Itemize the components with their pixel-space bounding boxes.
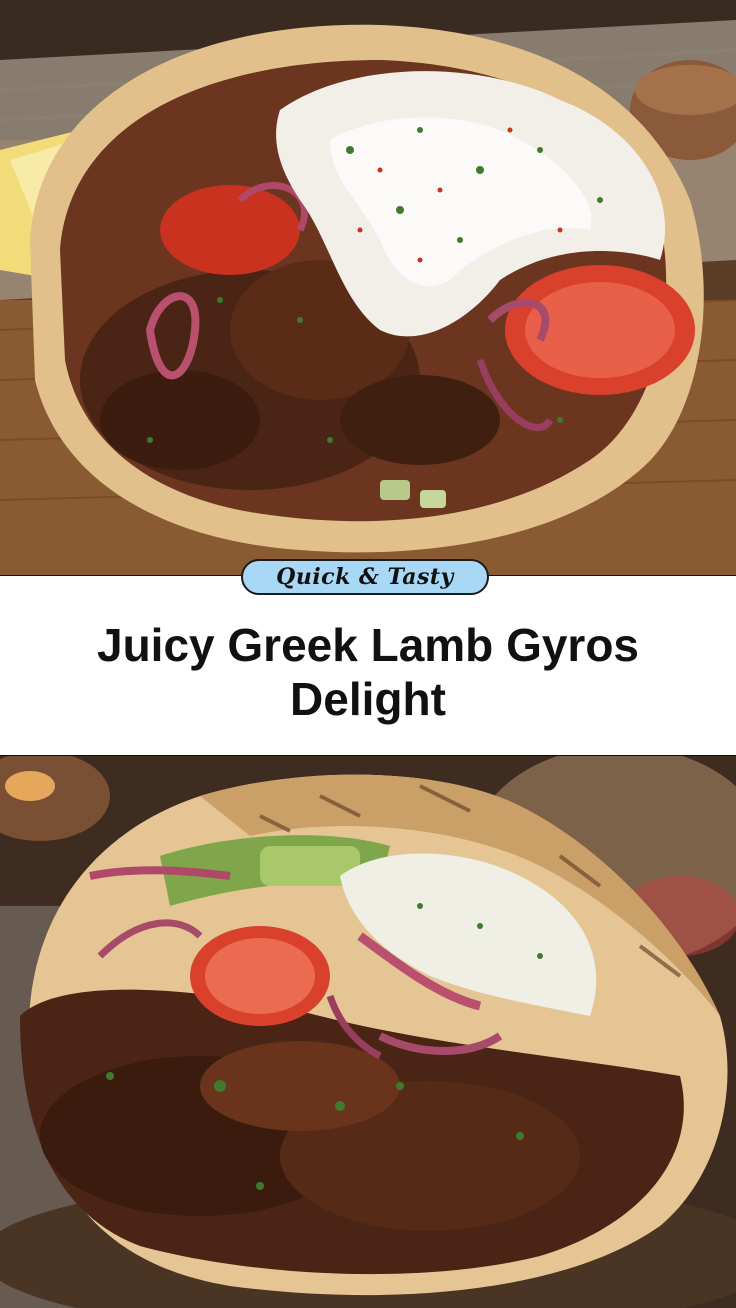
- recipe-title-line-1: Juicy Greek Lamb Gyros: [96, 619, 640, 671]
- title-band: Quick & Tasty Juicy Greek Lamb Gyros Del…: [0, 559, 736, 756]
- top-gyro-illustration: [0, 0, 736, 575]
- recipe-title-line-2: Delight: [290, 673, 446, 725]
- bottom-food-photo: [0, 756, 736, 1308]
- bottom-gyro-illustration: [0, 756, 736, 1308]
- pin-graphic: Quick & Tasty Juicy Greek Lamb Gyros Del…: [0, 0, 736, 1308]
- top-food-photo: [0, 0, 736, 575]
- recipe-title: Juicy Greek Lamb Gyros Delight: [40, 618, 696, 726]
- quick-tasty-badge: Quick & Tasty: [241, 559, 489, 595]
